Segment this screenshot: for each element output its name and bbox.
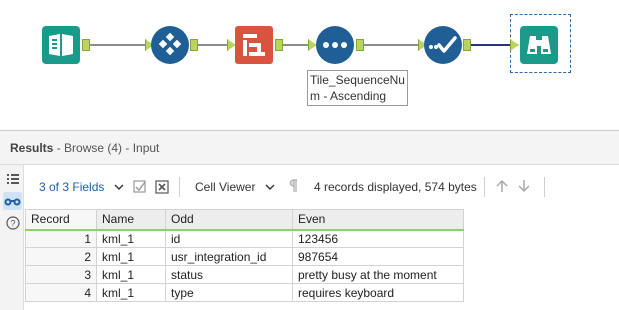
column-header[interactable]: Even: [292, 209, 464, 231]
pilcrow-icon[interactable]: [288, 179, 298, 193]
fields-label: 3 of 3 Fields: [39, 180, 105, 194]
record-cell[interactable]: 3: [25, 265, 97, 284]
column-header[interactable]: Odd: [165, 209, 293, 231]
chevron-down-icon: [265, 184, 275, 190]
clear-filter-icon[interactable]: [155, 180, 169, 194]
table-row[interactable]: 4 kml_1 type requires keyboard: [25, 283, 464, 302]
table-cell[interactable]: kml_1: [96, 283, 166, 302]
output-anchor[interactable]: [356, 39, 364, 51]
table-cell[interactable]: type: [165, 283, 293, 302]
table-row[interactable]: 3 kml_1 status pretty busy at the moment: [25, 265, 464, 284]
results-toolbar: 3 of 3 Fields Cell Viewer 4 records disp…: [24, 165, 619, 209]
table-cell[interactable]: 987654: [292, 247, 464, 266]
table-header-row: Record Name Odd Even: [25, 209, 464, 231]
output-anchor[interactable]: [463, 39, 471, 51]
toolbar-divider: [179, 177, 180, 197]
sequence-tool[interactable]: [316, 26, 354, 64]
records-status: 4 records displayed, 574 bytes: [314, 180, 477, 194]
table-cell[interactable]: pretty busy at the moment: [292, 265, 464, 284]
table-cell[interactable]: kml_1: [96, 247, 166, 266]
diamond-tile-icon: [151, 26, 189, 64]
tile-tool[interactable]: [151, 26, 189, 64]
table-cell[interactable]: id: [165, 229, 293, 248]
table-cell[interactable]: status: [165, 265, 293, 284]
binoculars-icon[interactable]: [3, 192, 22, 210]
toolbar-divider: [544, 177, 545, 197]
list-icon[interactable]: [6, 172, 20, 186]
cell-viewer-label: Cell Viewer: [195, 180, 256, 194]
record-cell[interactable]: 4: [25, 283, 97, 302]
tool-annotation-label: Tile_SequenceNum - Ascending: [307, 70, 408, 106]
output-anchor[interactable]: [275, 39, 283, 51]
cell-viewer-dropdown[interactable]: Cell Viewer: [195, 180, 275, 194]
table-row[interactable]: 1 kml_1 id 123456: [25, 229, 464, 248]
record-cell[interactable]: 1: [25, 229, 97, 248]
sort-icon: [235, 26, 273, 64]
connection-1[interactable]: [90, 44, 146, 46]
checkmark-dots-icon: [424, 26, 462, 64]
fields-selector[interactable]: 3 of 3 Fields: [39, 180, 124, 194]
results-table: Record Name Odd Even 1 kml_1 id 123456 2…: [25, 209, 464, 302]
svg-text:?: ?: [10, 219, 15, 229]
browse-tool[interactable]: [520, 26, 558, 64]
table-cell[interactable]: requires keyboard: [292, 283, 464, 302]
binoculars-browse-icon: [520, 26, 558, 64]
input-tool[interactable]: [42, 26, 80, 64]
workflow-canvas[interactable]: Tile_SequenceNum - Ascending: [0, 0, 619, 131]
results-subtitle: - Browse (4) - Input: [53, 141, 160, 155]
connection-4[interactable]: [361, 44, 419, 46]
record-cell[interactable]: 2: [25, 247, 97, 266]
arrow-down-icon[interactable]: [518, 179, 530, 193]
table-cell[interactable]: kml_1: [96, 229, 166, 248]
input-book-icon: [42, 26, 80, 64]
results-header: Results - Browse (4) - Input: [0, 131, 619, 164]
sort-tool[interactable]: [235, 26, 273, 64]
check-tool[interactable]: [424, 26, 462, 64]
column-header[interactable]: Record: [25, 209, 97, 231]
table-cell[interactable]: 123456: [292, 229, 464, 248]
arrow-up-icon[interactable]: [496, 179, 508, 193]
column-header[interactable]: Name: [96, 209, 166, 231]
table-cell[interactable]: usr_integration_id: [165, 247, 293, 266]
edit-checkbox-icon[interactable]: [133, 180, 147, 194]
output-anchor[interactable]: [190, 39, 198, 51]
results-title: Results: [10, 141, 54, 155]
connection-5-selected[interactable]: [468, 44, 516, 46]
output-anchor[interactable]: [82, 39, 90, 51]
results-side-toolbar: ?: [0, 165, 24, 310]
help-icon[interactable]: ?: [6, 216, 20, 230]
table-row[interactable]: 2 kml_1 usr_integration_id 987654: [25, 247, 464, 266]
chevron-down-icon: [114, 184, 124, 190]
dots-sequence-icon: [316, 26, 354, 64]
table-cell[interactable]: kml_1: [96, 265, 166, 284]
toolbar-divider: [484, 177, 485, 197]
